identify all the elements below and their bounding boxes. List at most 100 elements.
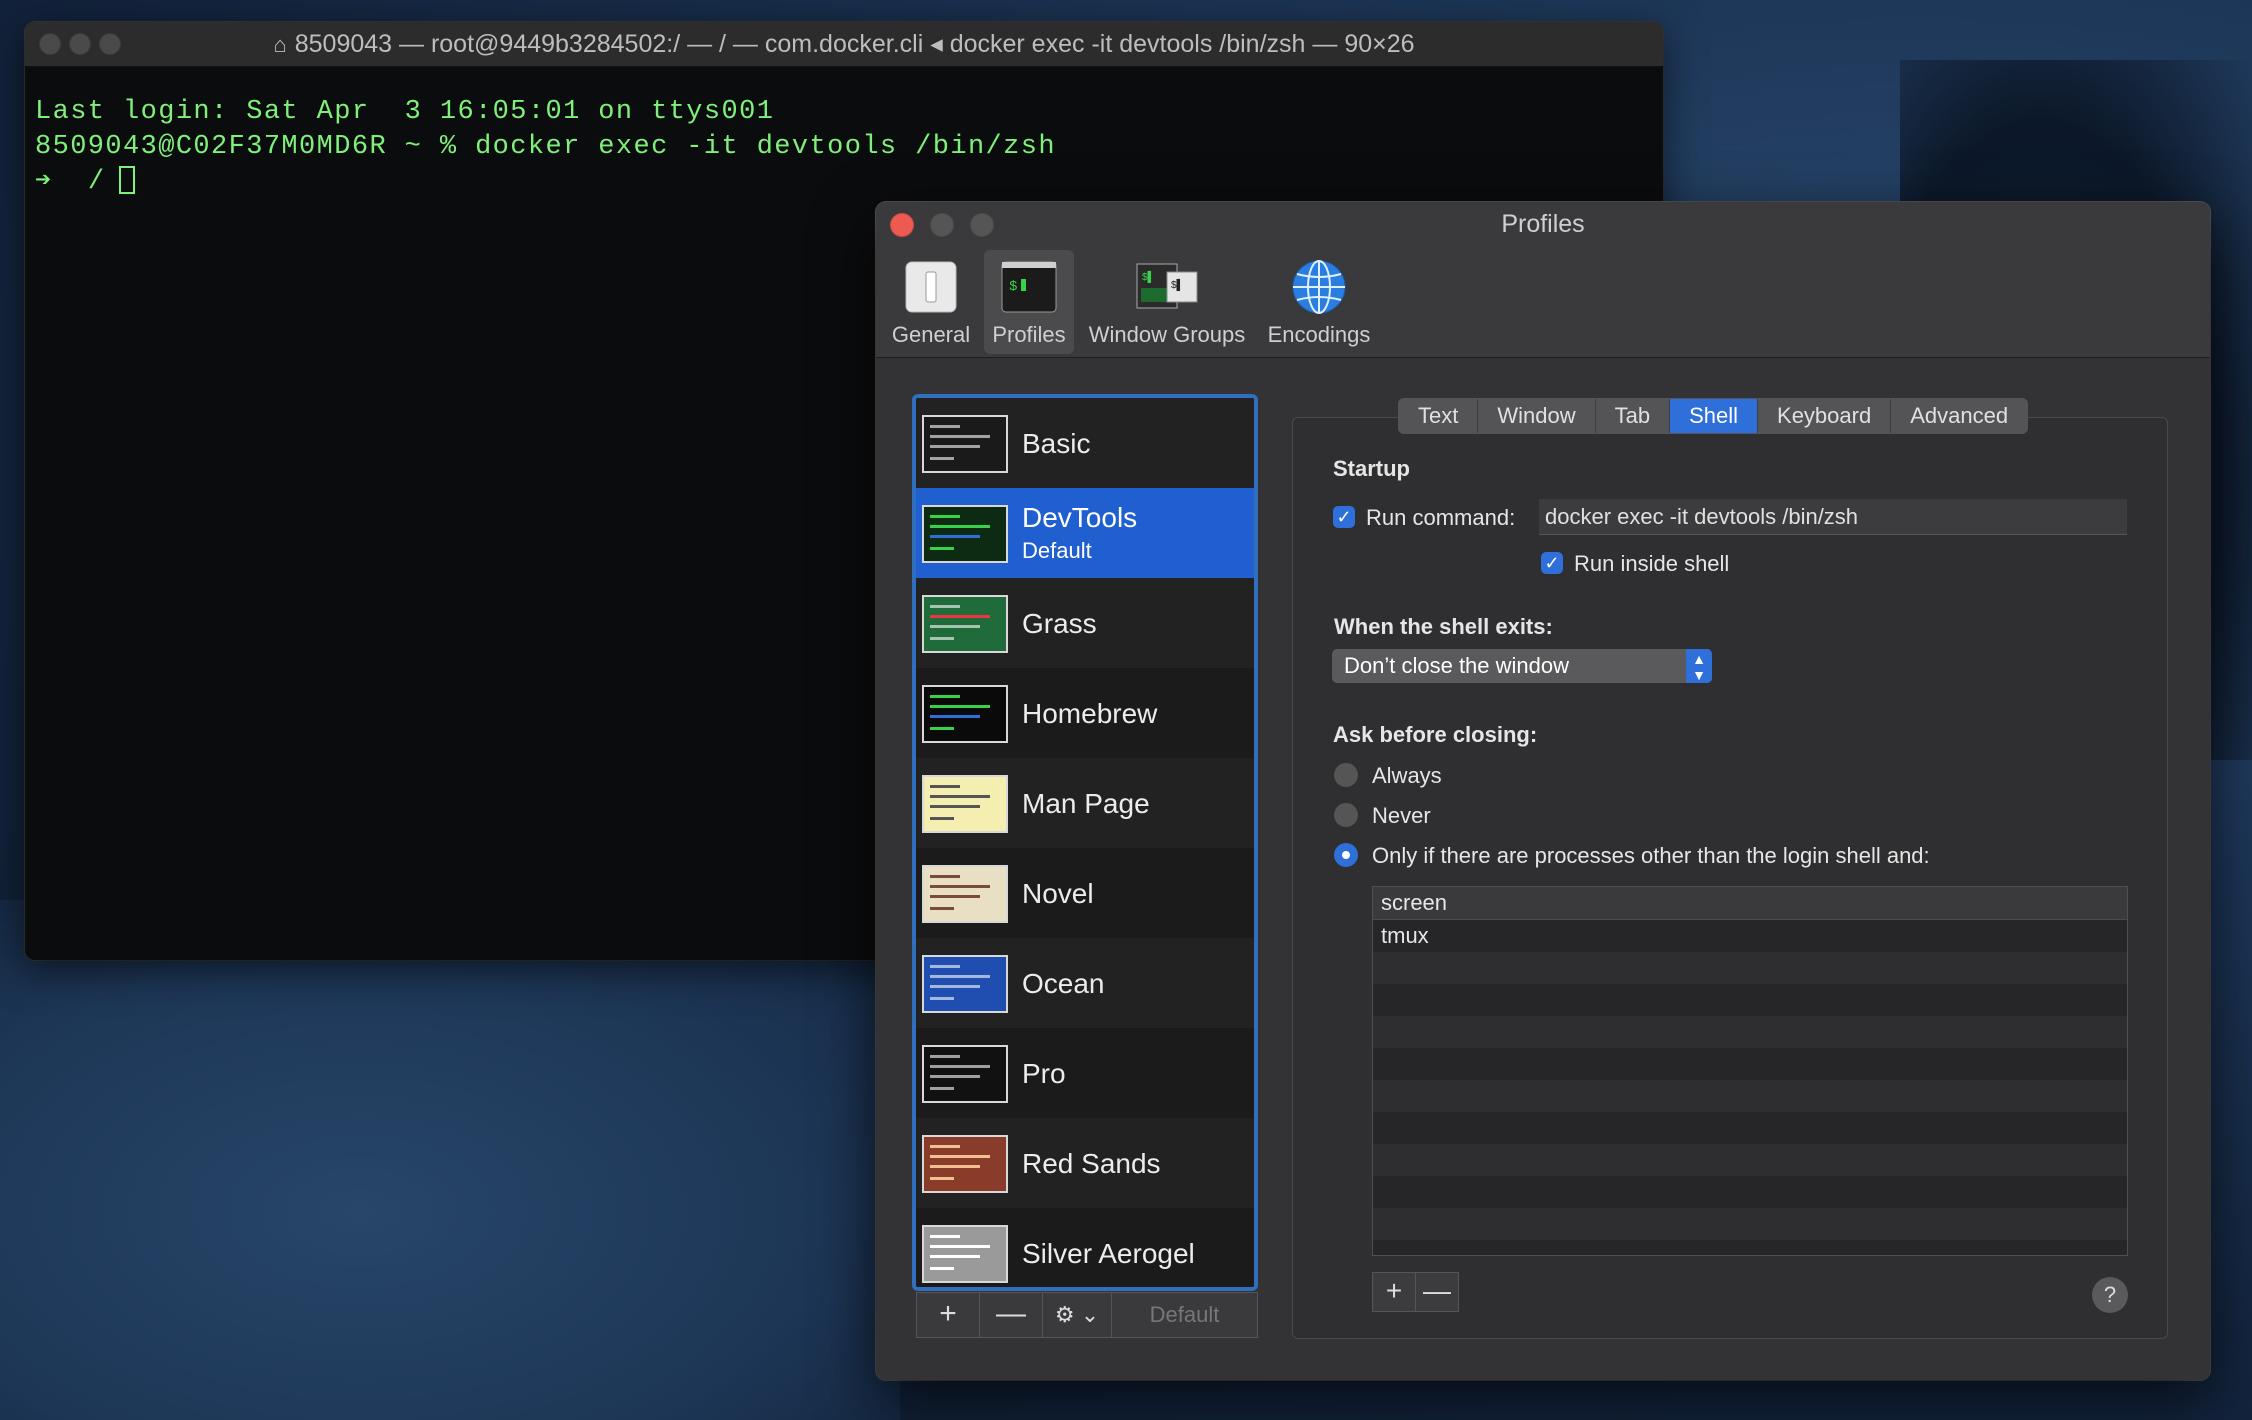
process-list-buttons: + —: [1372, 1272, 1459, 1312]
profile-name: Man Page: [1022, 788, 1150, 819]
svg-text:$: $: [1009, 279, 1017, 295]
prompt: ➔ /: [35, 167, 106, 197]
profile-thumbnail: [922, 1135, 1008, 1193]
home-icon: ⌂: [273, 32, 287, 57]
default-button[interactable]: Default: [1112, 1293, 1257, 1337]
terminal-line: Last login: Sat Apr 3 16:05:01 on ttys00…: [35, 97, 775, 127]
empty-row: [1373, 1144, 2127, 1176]
terminal-icon: $: [1000, 258, 1058, 316]
profile-list[interactable]: Basic DevTools Default Grass Homebrew Man…: [912, 394, 1258, 1291]
profile-thumbnail: [922, 1225, 1008, 1283]
profile-item[interactable]: Homebrew: [916, 668, 1254, 758]
profile-item[interactable]: Silver Aerogel: [916, 1208, 1254, 1287]
toolbar-label: Window Groups: [1088, 322, 1246, 347]
profile-name: Basic: [1022, 428, 1091, 459]
prefs-toolbar: Profiles General $ Profiles $▌ $▌ Window …: [876, 202, 2210, 358]
terminal-titlebar[interactable]: ⌂ 8509043 — root@9449b3284502:/ — / — com…: [25, 22, 1663, 67]
toolbar-profiles[interactable]: $ Profiles: [984, 250, 1074, 354]
radio-only-if[interactable]: [1334, 843, 1358, 867]
profile-name: Ocean: [1022, 968, 1105, 999]
empty-row: [1373, 1240, 2127, 1255]
profile-list-buttons: + — ⚙ ⌄ Default: [916, 1292, 1258, 1338]
chevron-updown-icon: ▲ ▼: [1686, 649, 1712, 683]
profile-thumbnail: [922, 595, 1008, 653]
radio-never-label: Never: [1372, 803, 1431, 828]
tab-text[interactable]: Text: [1399, 399, 1479, 433]
empty-row: [1373, 1176, 2127, 1208]
list-item[interactable]: tmux: [1373, 920, 2127, 952]
window-groups-icon: $▌ $▌: [1135, 258, 1199, 316]
profile-thumbnail: [922, 775, 1008, 833]
radio-never[interactable]: [1334, 803, 1358, 827]
help-button[interactable]: ?: [2092, 1277, 2128, 1313]
toolbar-label: General: [891, 322, 971, 347]
window-title: Profiles: [1501, 210, 1585, 238]
exit-action-select[interactable]: Don’t close the window ▲ ▼: [1332, 649, 1712, 683]
svg-text:$▌: $▌: [1142, 270, 1155, 284]
profile-name: Pro: [1022, 1058, 1066, 1089]
toolbar-encodings[interactable]: Encodings: [1260, 250, 1378, 354]
empty-row: [1373, 1048, 2127, 1080]
profile-thumbnail: [922, 415, 1008, 473]
profile-name: Grass: [1022, 608, 1097, 639]
profile-item[interactable]: Grass: [916, 578, 1254, 668]
profile-name: Homebrew: [1022, 698, 1158, 729]
profile-thumbnail: [922, 685, 1008, 743]
run-inside-shell-checkbox[interactable]: ✓: [1541, 552, 1563, 574]
run-command-label: Run command:: [1366, 505, 1516, 530]
profiles-window[interactable]: Profiles General $ Profiles $▌ $▌ Window …: [876, 202, 2210, 1380]
process-list[interactable]: screen tmux: [1372, 886, 2128, 1256]
tab-tab[interactable]: Tab: [1596, 399, 1671, 433]
profile-item[interactable]: Novel: [916, 848, 1254, 938]
empty-row: [1373, 1016, 2127, 1048]
globe-icon: [1290, 258, 1348, 316]
svg-text:$▌: $▌: [1171, 278, 1184, 292]
toolbar-label: Profiles: [992, 322, 1066, 347]
remove-profile-button[interactable]: —: [980, 1293, 1043, 1337]
run-command-field[interactable]: docker exec -it devtools /bin/zsh: [1539, 499, 2127, 535]
add-process-button[interactable]: +: [1373, 1273, 1416, 1311]
profile-name: Novel: [1022, 878, 1094, 909]
radio-always[interactable]: [1334, 763, 1358, 787]
profile-thumbnail: [922, 865, 1008, 923]
terminal-line: 8509043@C02F37M0MD6R ~ % docker exec -it…: [35, 132, 1056, 162]
ask-heading: Ask before closing:: [1333, 722, 1538, 747]
startup-heading: Startup: [1333, 456, 1410, 481]
gear-icon[interactable]: ⚙ ⌄: [1043, 1293, 1112, 1337]
terminal-title: 8509043 — root@9449b3284502:/ — / — com.…: [294, 30, 1415, 58]
radio-always-label: Always: [1372, 763, 1442, 788]
empty-row: [1373, 1208, 2127, 1240]
tab-window[interactable]: Window: [1478, 399, 1596, 433]
exit-heading: When the shell exits:: [1334, 614, 1553, 639]
profile-item[interactable]: Basic: [916, 398, 1254, 488]
empty-row: [1373, 984, 2127, 1016]
tab-shell[interactable]: Shell: [1670, 399, 1759, 433]
run-inside-shell-label: Run inside shell: [1574, 551, 1730, 576]
settings-tabs: Text Window Tab Shell Keyboard Advanced: [1398, 398, 2029, 434]
profile-item[interactable]: Red Sands: [916, 1118, 1254, 1208]
tab-advanced[interactable]: Advanced: [1891, 399, 2027, 433]
profile-thumbnail: [922, 505, 1008, 563]
radio-only-if-label: Only if there are processes other than t…: [1372, 843, 1930, 868]
list-item[interactable]: screen: [1373, 887, 2127, 920]
add-profile-button[interactable]: +: [917, 1293, 980, 1337]
desktop-shading: [0, 900, 900, 1420]
empty-row: [1373, 1112, 2127, 1144]
cursor: [119, 166, 136, 194]
terminal-prompt-line: ➔ /: [35, 165, 1663, 200]
toolbar-general[interactable]: General: [888, 250, 974, 354]
profile-item[interactable]: DevTools Default: [916, 488, 1254, 578]
profile-name: DevTools: [1022, 502, 1138, 533]
profile-item[interactable]: Pro: [916, 1028, 1254, 1118]
tab-keyboard[interactable]: Keyboard: [1758, 399, 1892, 433]
profile-thumbnail: [922, 1045, 1008, 1103]
terminal-content[interactable]: Last login: Sat Apr 3 16:05:01 on ttys00…: [25, 67, 1663, 200]
switch-icon: [902, 258, 960, 316]
toolbar-label: Encodings: [1267, 322, 1371, 347]
empty-row: [1373, 1080, 2127, 1112]
profile-item[interactable]: Ocean: [916, 938, 1254, 1028]
remove-process-button[interactable]: —: [1416, 1273, 1458, 1311]
toolbar-window-groups[interactable]: $▌ $▌ Window Groups: [1084, 250, 1250, 354]
run-command-checkbox[interactable]: ✓: [1333, 506, 1355, 528]
profile-item[interactable]: Man Page: [916, 758, 1254, 848]
